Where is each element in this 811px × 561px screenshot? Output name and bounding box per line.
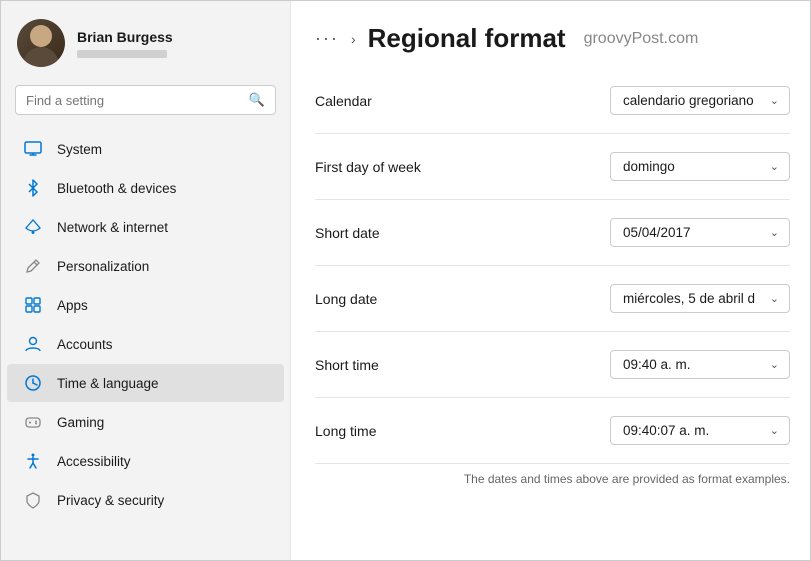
- sidebar-item-bluetooth[interactable]: Bluetooth & devices: [7, 169, 284, 207]
- sidebar-item-gaming[interactable]: Gaming: [7, 403, 284, 441]
- user-profile: Brian Burgess: [1, 1, 290, 81]
- setting-row-short-date: Short date 05/04/2017 ⌄: [315, 200, 790, 266]
- setting-label-first-day: First day of week: [315, 159, 421, 175]
- apps-icon: [23, 295, 43, 315]
- dropdown-short-date[interactable]: 05/04/2017 ⌄: [610, 218, 790, 247]
- breadcrumb-dots[interactable]: ···: [315, 28, 339, 49]
- setting-row-calendar: Calendar calendario gregoriano ⌄: [315, 68, 790, 134]
- setting-row-short-time: Short time 09:40 a. m. ⌄: [315, 332, 790, 398]
- search-input[interactable]: [26, 93, 241, 108]
- sidebar-item-privacy-label: Privacy & security: [57, 493, 164, 508]
- chevron-down-icon: ⌄: [770, 292, 779, 305]
- chevron-down-icon: ⌄: [770, 94, 779, 107]
- settings-list: Calendar calendario gregoriano ⌄ First d…: [291, 68, 810, 560]
- setting-row-long-time: Long time 09:40:07 a. m. ⌄: [315, 398, 790, 464]
- dropdown-long-time-value: 09:40:07 a. m.: [623, 423, 764, 438]
- setting-control-short-date: 05/04/2017 ⌄: [610, 218, 790, 247]
- sidebar-item-network[interactable]: Network & internet: [7, 208, 284, 246]
- chevron-down-icon: ⌄: [770, 160, 779, 173]
- search-icon: 🔍: [249, 92, 265, 108]
- sidebar-item-accounts[interactable]: Accounts: [7, 325, 284, 363]
- sidebar-item-accounts-label: Accounts: [57, 337, 113, 352]
- dropdown-short-time-value: 09:40 a. m.: [623, 357, 764, 372]
- chevron-down-icon: ⌄: [770, 358, 779, 371]
- setting-row-first-day: First day of week domingo ⌄: [315, 134, 790, 200]
- breadcrumb-chevron: ›: [351, 31, 356, 47]
- sidebar-item-apps-label: Apps: [57, 298, 88, 313]
- sidebar-item-bluetooth-label: Bluetooth & devices: [57, 181, 176, 196]
- sidebar-item-accessibility[interactable]: Accessibility: [7, 442, 284, 480]
- dropdown-long-date-value: miércoles, 5 de abril d: [623, 291, 764, 306]
- search-box[interactable]: 🔍: [15, 85, 276, 115]
- setting-control-calendar: calendario gregoriano ⌄: [610, 86, 790, 115]
- nav-menu: System Bluetooth & devices: [1, 125, 290, 560]
- chevron-down-icon: ⌄: [770, 226, 779, 239]
- setting-control-long-date: miércoles, 5 de abril d ⌄: [610, 284, 790, 313]
- sidebar-item-privacy[interactable]: Privacy & security: [7, 481, 284, 519]
- privacy-icon: [23, 490, 43, 510]
- gaming-icon: [23, 412, 43, 432]
- sidebar: Brian Burgess 🔍 Sys: [1, 1, 291, 560]
- setting-label-long-time: Long time: [315, 423, 376, 439]
- sidebar-item-time[interactable]: Time & language: [7, 364, 284, 402]
- page-title: Regional format: [368, 23, 566, 54]
- setting-label-calendar: Calendar: [315, 93, 372, 109]
- dropdown-long-time[interactable]: 09:40:07 a. m. ⌄: [610, 416, 790, 445]
- bluetooth-icon: [23, 178, 43, 198]
- setting-label-short-time: Short time: [315, 357, 379, 373]
- chevron-down-icon: ⌄: [770, 424, 779, 437]
- dropdown-calendar-value: calendario gregoriano: [623, 93, 764, 108]
- dropdown-first-day-value: domingo: [623, 159, 764, 174]
- dropdown-short-date-value: 05/04/2017: [623, 225, 764, 240]
- sidebar-item-personalization[interactable]: Personalization: [7, 247, 284, 285]
- setting-row-long-date: Long date miércoles, 5 de abril d ⌄: [315, 266, 790, 332]
- user-name: Brian Burgess: [77, 29, 173, 45]
- sidebar-item-network-label: Network & internet: [57, 220, 168, 235]
- user-info: Brian Burgess: [77, 29, 173, 58]
- setting-label-short-date: Short date: [315, 225, 380, 241]
- sidebar-item-time-label: Time & language: [57, 376, 159, 391]
- sidebar-item-gaming-label: Gaming: [57, 415, 104, 430]
- footer-note: The dates and times above are provided a…: [315, 464, 790, 490]
- sidebar-item-apps[interactable]: Apps: [7, 286, 284, 324]
- dropdown-short-time[interactable]: 09:40 a. m. ⌄: [610, 350, 790, 379]
- dropdown-long-date[interactable]: miércoles, 5 de abril d ⌄: [610, 284, 790, 313]
- sidebar-item-personalization-label: Personalization: [57, 259, 149, 274]
- setting-control-first-day: domingo ⌄: [610, 152, 790, 181]
- search-container: 🔍: [1, 81, 290, 125]
- sidebar-item-system[interactable]: System: [7, 130, 284, 168]
- setting-control-long-time: 09:40:07 a. m. ⌄: [610, 416, 790, 445]
- accessibility-icon: [23, 451, 43, 471]
- system-icon: [23, 139, 43, 159]
- user-status-bar: [77, 50, 167, 58]
- dropdown-calendar[interactable]: calendario gregoriano ⌄: [610, 86, 790, 115]
- main-content: ··· › Regional format groovyPost.com Cal…: [291, 1, 810, 560]
- network-icon: [23, 217, 43, 237]
- time-icon: [23, 373, 43, 393]
- sidebar-item-system-label: System: [57, 142, 102, 157]
- accounts-icon: [23, 334, 43, 354]
- setting-label-long-date: Long date: [315, 291, 377, 307]
- sidebar-item-accessibility-label: Accessibility: [57, 454, 131, 469]
- setting-control-short-time: 09:40 a. m. ⌄: [610, 350, 790, 379]
- avatar: [17, 19, 65, 67]
- dropdown-first-day[interactable]: domingo ⌄: [610, 152, 790, 181]
- page-header: ··· › Regional format groovyPost.com: [291, 1, 810, 68]
- brand-label: groovyPost.com: [584, 30, 699, 48]
- personalization-icon: [23, 256, 43, 276]
